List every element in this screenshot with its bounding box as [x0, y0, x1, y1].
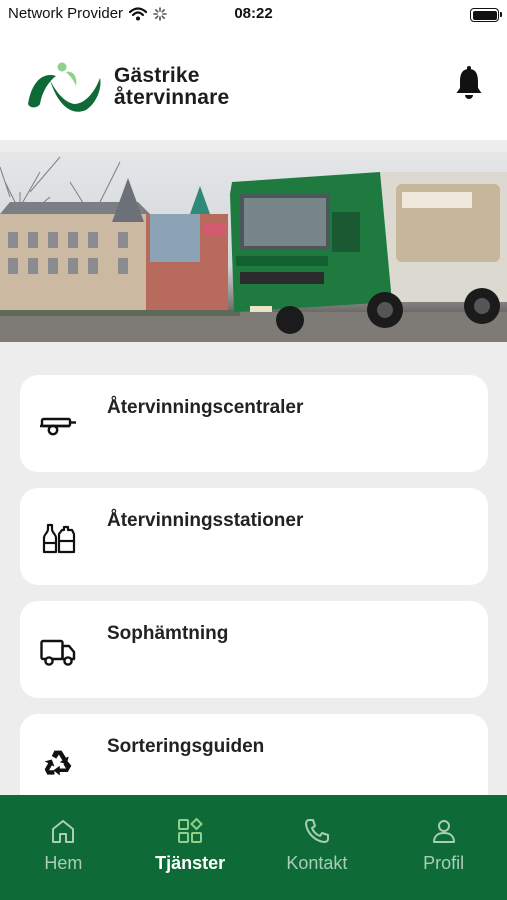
service-label: Sophämtning: [107, 623, 229, 644]
bell-icon[interactable]: [455, 66, 483, 100]
status-bar: Network Provider 08:22: [0, 0, 507, 30]
grid-icon: [178, 817, 204, 843]
app-header: Gästrike återvinnare: [0, 30, 507, 140]
hero-illustration: [0, 156, 507, 342]
brand-name-line1: Gästrike: [114, 64, 200, 87]
service-card-sophamtning[interactable]: Sophämtning: [20, 601, 488, 698]
nav-item-hem[interactable]: Hem: [0, 795, 127, 900]
service-label: Sorteringsguiden: [107, 736, 265, 757]
user-icon: [432, 820, 455, 843]
bottom-nav: Hem Tjänster Kontakt Profil: [0, 795, 507, 900]
service-card-atervinningscentraler[interactable]: Återvinningscentraler: [20, 375, 488, 472]
service-card-atervinningsstationer[interactable]: Återvinningsstationer: [20, 488, 488, 585]
hero-image: [0, 152, 507, 342]
recycle-icon: [44, 750, 72, 776]
battery-icon: [470, 8, 502, 22]
phone-icon: [304, 819, 329, 843]
home-icon: [52, 820, 75, 843]
truck-icon: [40, 639, 76, 666]
services-list: Återvinningscentraler Återvinningsstatio…: [20, 375, 488, 827]
service-label: Återvinningsstationer: [107, 510, 304, 531]
nav-label: Profil: [423, 853, 465, 873]
brand-logo-icon: [28, 62, 101, 112]
brand-name: Gästrike återvinnare: [114, 65, 229, 109]
nav-item-profil[interactable]: Profil: [380, 795, 507, 900]
nav-label: Tjänster: [155, 853, 226, 873]
nav-item-kontakt[interactable]: Kontakt: [254, 795, 381, 900]
brand-name-line2: återvinnare: [114, 86, 230, 109]
nav-item-tjanster[interactable]: Tjänster: [127, 795, 254, 900]
nav-label: Hem: [44, 853, 83, 873]
service-label: Återvinningscentraler: [107, 397, 304, 418]
status-time: 08:22: [234, 5, 273, 22]
trailer-icon: [40, 417, 76, 436]
bottles-icon: [42, 523, 76, 554]
nav-label: Kontakt: [286, 853, 348, 873]
